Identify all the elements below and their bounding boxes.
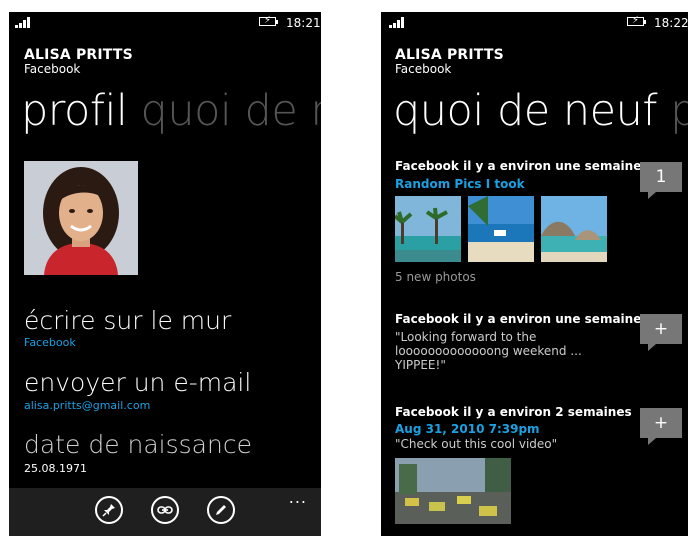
contact-source: Facebook [24, 62, 81, 76]
clock: 18:21 [286, 16, 321, 30]
signal-icon [15, 16, 39, 28]
feed-item-date[interactable]: Aug 31, 2010 7:39pm [395, 422, 540, 436]
clock: 18:22 [654, 16, 688, 30]
application-bar: ... [9, 488, 321, 536]
birthday-label: date de naissance [24, 430, 252, 459]
email-address: alisa.pritts@gmail.com [24, 399, 151, 412]
pivot-tab-profil[interactable]: profil [21, 86, 128, 136]
photo-thumbnail[interactable] [541, 196, 607, 262]
write-on-wall-action[interactable]: écrire sur le mur [24, 306, 231, 335]
pivot-tab-next[interactable]: p [670, 86, 688, 136]
send-email-action[interactable]: envoyer un e-mail [24, 368, 251, 397]
photo-thumbnail[interactable] [468, 196, 534, 262]
contact-source: Facebook [395, 62, 452, 76]
add-comment-icon[interactable]: + [640, 314, 682, 351]
photo-thumbnail[interactable] [395, 196, 461, 262]
more-menu-icon[interactable]: ... [289, 488, 307, 507]
feed-item-header: Facebook il y a environ 2 semaines [395, 405, 632, 419]
profile-screen: ⚡ 18:21 ALISA PRITTS Facebook profil quo… [9, 12, 321, 536]
link-icon[interactable] [151, 496, 179, 524]
add-comment-icon[interactable]: + [640, 408, 682, 445]
pin-icon[interactable] [95, 496, 123, 524]
birthday-value: 25.08.1971 [24, 462, 87, 475]
video-thumbnail[interactable] [395, 458, 511, 524]
battery-charging-icon: ⚡ [627, 15, 649, 27]
signal-icon [389, 16, 413, 28]
feed-item-status: "Looking forward to the looooooooooooong… [395, 330, 582, 372]
feed-item-header: Facebook il y a environ une semaine [395, 159, 642, 173]
write-on-wall-sub: Facebook [24, 336, 76, 349]
feed-item-header: Facebook il y a environ une semaine [395, 312, 642, 326]
pivot-tab-quoi-de-neuf[interactable]: quoi de n [141, 86, 321, 136]
status-bar: ⚡ 18:22 [381, 12, 688, 34]
contact-name: ALISA PRITTS [395, 47, 504, 63]
feed-item-link[interactable]: Random Pics I took [395, 177, 525, 191]
pivot-tab-quoi-de-neuf[interactable]: quoi de neuf [393, 86, 658, 136]
pivot-header: quoi de neuf p [393, 86, 688, 136]
profile-photo [24, 161, 138, 275]
comment-count-icon[interactable]: 1 [640, 162, 682, 199]
edit-icon[interactable] [207, 496, 235, 524]
status-bar: ⚡ 18:21 [9, 12, 321, 34]
pivot-header: profil quoi de n [21, 86, 321, 136]
whats-new-screen: ⚡ 18:22 ALISA PRITTS Facebook quoi de ne… [381, 12, 688, 536]
feed-item-status: "Check out this cool video" [395, 437, 558, 451]
contact-name: ALISA PRITTS [24, 47, 133, 63]
photo-count: 5 new photos [395, 270, 476, 284]
battery-charging-icon: ⚡ [259, 15, 281, 27]
